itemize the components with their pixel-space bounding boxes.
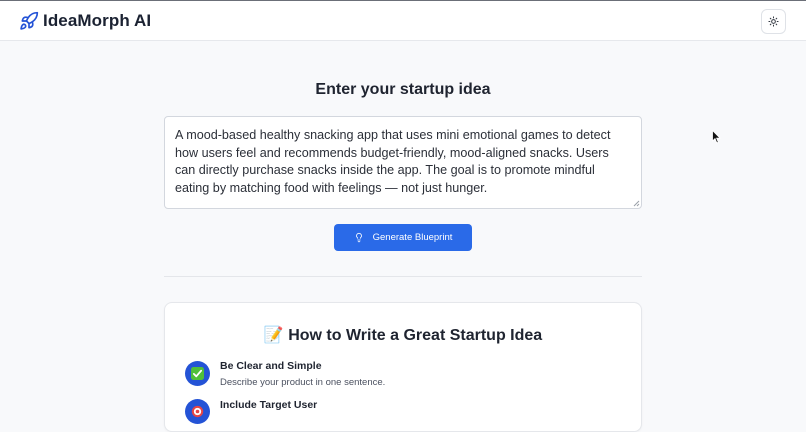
tip-title: Include Target User	[220, 399, 318, 411]
mouse-cursor-icon	[712, 130, 721, 144]
tip-description: Describe your product in one sentence.	[220, 377, 386, 388]
startup-idea-input[interactable]: A mood-based healthy snacking app that u…	[164, 116, 642, 209]
sun-icon	[768, 16, 779, 27]
section-divider	[164, 276, 642, 277]
target-icon	[185, 399, 210, 424]
tips-title: 📝 How to Write a Great Startup Idea	[165, 325, 641, 345]
resize-handle-icon[interactable]	[632, 199, 640, 207]
page-title: Enter your startup idea	[315, 81, 491, 98]
generate-blueprint-label: Generate Blueprint	[372, 232, 453, 243]
tips-title-text: How to Write a Great Startup Idea	[288, 327, 543, 344]
generate-blueprint-button[interactable]: Generate Blueprint	[334, 224, 472, 251]
tip-title: Be Clear and Simple	[220, 360, 322, 372]
top-navigation-bar: IdeaMorph AI	[0, 0, 806, 41]
theme-toggle-button[interactable]	[761, 9, 786, 34]
check-mark-icon	[185, 361, 210, 386]
memo-icon: 📝	[263, 327, 284, 344]
rocket-icon[interactable]	[19, 11, 39, 31]
tips-card: 📝 How to Write a Great Startup Idea Be C…	[164, 302, 642, 432]
lightbulb-icon	[355, 232, 362, 243]
app-brand-name[interactable]: IdeaMorph AI	[43, 11, 151, 31]
